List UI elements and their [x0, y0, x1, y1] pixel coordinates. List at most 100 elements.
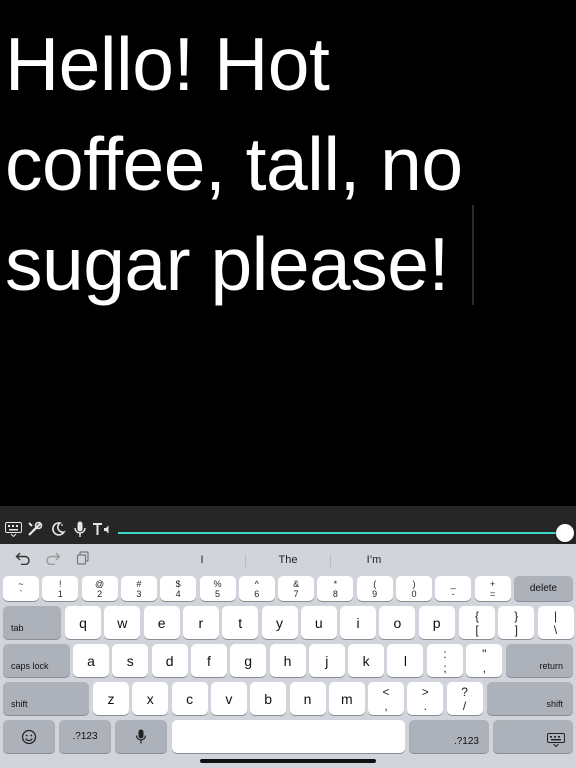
key-label: i [356, 614, 360, 631]
key-label: w [117, 614, 128, 631]
key-1[interactable]: ! 1 [42, 576, 79, 601]
caps-lock-key[interactable]: caps lock [3, 644, 70, 677]
suggestion-word[interactable]: I’m [329, 554, 419, 566]
key-9[interactable]: (9 [356, 576, 393, 601]
key-t[interactable]: t [222, 606, 259, 639]
space-bar[interactable] [172, 720, 405, 753]
key-punct-0[interactable]: :; [427, 644, 463, 677]
key-e[interactable]: e [143, 606, 180, 639]
key-bottom-label: 9 [372, 588, 378, 599]
key-bottom-label: 6 [254, 588, 260, 599]
key-v[interactable]: v [210, 682, 247, 715]
key-o[interactable]: o [379, 606, 416, 639]
delete-key[interactable]: delete [514, 576, 573, 601]
key-2[interactable]: @2 [81, 576, 118, 601]
redo-icon[interactable] [45, 551, 61, 570]
key-s[interactable]: s [112, 644, 149, 677]
dictation-key[interactable] [115, 720, 167, 753]
key-punct3-2[interactable]: ? / [446, 682, 483, 715]
key-0[interactable]: ) 0 [396, 576, 432, 601]
key-n[interactable]: n [289, 682, 326, 715]
key-bottom-label: ` [19, 588, 23, 599]
key-label: t [238, 614, 243, 631]
volume-slider-thumb[interactable] [556, 524, 574, 542]
key-label: g [244, 652, 253, 669]
key-k[interactable]: k [348, 644, 385, 677]
key-punct3-0[interactable]: <, [368, 682, 404, 715]
tools-icon[interactable] [26, 520, 44, 538]
text-to-speech-icon[interactable] [92, 520, 112, 538]
key-bottom-label: 5 [214, 588, 220, 599]
key-b[interactable]: b [250, 682, 287, 715]
key-bottom-label: 2 [97, 588, 103, 599]
home-indicator [200, 759, 376, 763]
key-punct3-1[interactable]: >. [407, 682, 444, 715]
key-w[interactable]: w [104, 606, 141, 639]
key-bottom-label: - [451, 588, 455, 599]
key-4[interactable]: $4 [160, 576, 197, 601]
key-bottom-label: / [462, 698, 467, 713]
dismiss-keyboard-key[interactable] [493, 720, 573, 753]
key-top-label: & [293, 578, 300, 589]
key-top-label: $ [175, 578, 181, 589]
key-x[interactable]: x [132, 682, 169, 715]
keyboard-icon[interactable] [4, 520, 22, 538]
key-p[interactable]: p [418, 606, 455, 639]
microphone-icon[interactable] [71, 520, 89, 538]
right-shift-key[interactable]: shift [487, 682, 573, 715]
key-c[interactable]: c [171, 682, 208, 715]
key-\[interactable]: | \ [537, 606, 574, 639]
text-cursor [472, 205, 474, 305]
paste-icon[interactable] [76, 551, 90, 570]
key-`[interactable]: ~ ` [3, 576, 39, 601]
key-z[interactable]: z [93, 682, 129, 715]
key-m[interactable]: m [328, 682, 365, 715]
key-label: .?123 [72, 731, 98, 742]
key-bottom-label: ] [514, 622, 518, 637]
key-bottom-label: , [384, 698, 388, 713]
key-label: f [206, 652, 211, 669]
key-punct-1[interactable]: ", [466, 644, 503, 677]
suggestion-word[interactable]: The [243, 554, 333, 566]
key-label: a [87, 652, 95, 669]
key-h[interactable]: h [269, 644, 306, 677]
numbers-key-left[interactable]: .?123 [59, 720, 111, 753]
volume-slider-track[interactable] [118, 532, 566, 534]
emoji-key[interactable] [3, 720, 55, 753]
return-key[interactable]: return [506, 644, 573, 677]
key-i[interactable]: i [340, 606, 377, 639]
key-7[interactable]: & 7 [278, 576, 315, 601]
key-3[interactable]: #3 [120, 576, 157, 601]
key-r[interactable]: r [182, 606, 219, 639]
key-g[interactable]: g [230, 644, 267, 677]
key-label: s [126, 652, 134, 669]
suggestion-word[interactable]: I [157, 554, 247, 566]
app-toolbar [0, 506, 576, 544]
key-8[interactable]: * 8 [317, 576, 354, 601]
key-l[interactable]: l [387, 644, 424, 677]
key-top-label: % [213, 578, 222, 589]
key-5[interactable]: % 5 [199, 576, 236, 601]
key-q[interactable]: q [65, 606, 101, 639]
key-label: h [283, 652, 292, 669]
key-label: z [107, 690, 115, 707]
key-a[interactable]: a [73, 644, 109, 677]
key-f[interactable]: f [190, 644, 227, 677]
key-[[interactable]: {[ [459, 606, 495, 639]
numbers-key-right[interactable]: .?123 [409, 720, 489, 753]
key-bottom-label: 3 [136, 588, 142, 599]
tab-key[interactable]: tab [3, 606, 61, 639]
key-=[interactable]: + = [474, 576, 511, 601]
key-][interactable]: }] [498, 606, 535, 639]
speech-text-display[interactable]: Hello! Hot coffee, tall, no sugar please… [0, 0, 576, 506]
key-j[interactable]: j [308, 644, 345, 677]
key-y[interactable]: y [261, 606, 298, 639]
key-6[interactable]: ^ 6 [238, 576, 275, 601]
key-d[interactable]: d [151, 644, 188, 677]
key-label: m [340, 690, 353, 707]
key-u[interactable]: u [300, 606, 337, 639]
undo-icon[interactable] [15, 551, 31, 570]
night-mode-icon[interactable] [49, 520, 67, 538]
left-shift-key[interactable]: shift [3, 682, 89, 715]
key--[interactable]: _ - [435, 576, 472, 601]
